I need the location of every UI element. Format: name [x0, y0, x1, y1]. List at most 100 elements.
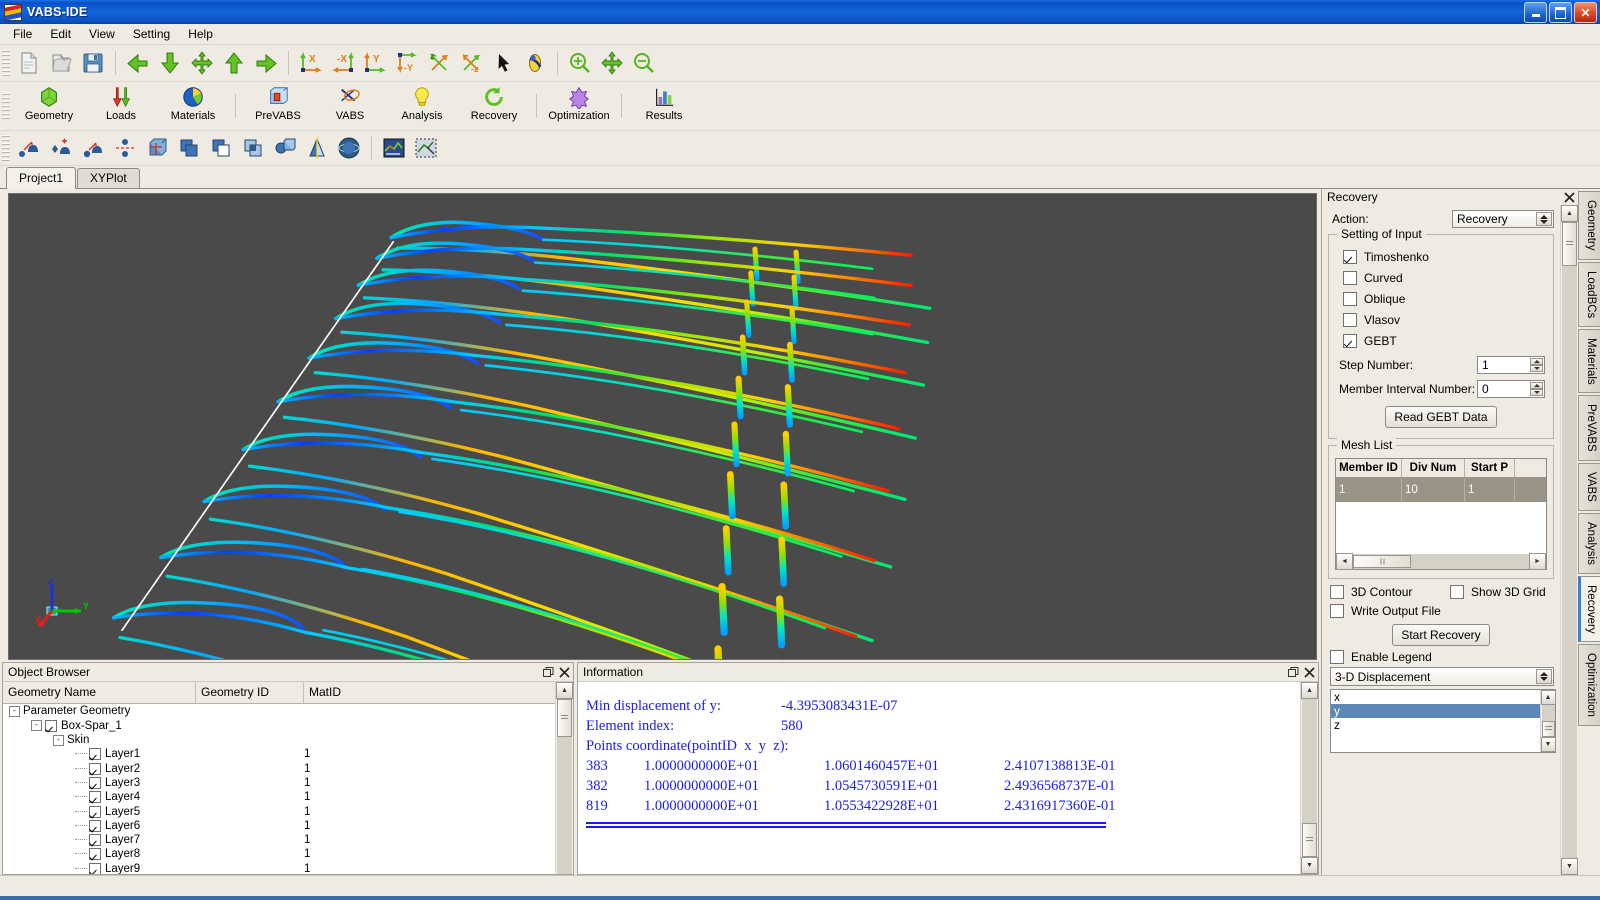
zoom-out-icon[interactable] — [628, 47, 660, 79]
component-listbox[interactable]: x y z ▲ ▼ — [1330, 689, 1556, 753]
checkbox-icon[interactable] — [1330, 604, 1344, 618]
scroll-up-icon[interactable]: ▲ — [556, 682, 573, 700]
checkbox-icon[interactable] — [89, 805, 101, 818]
menu-setting[interactable]: Setting — [124, 25, 179, 43]
close-icon[interactable] — [1562, 190, 1576, 204]
list-item-z[interactable]: z — [1331, 718, 1540, 732]
results-icon[interactable]: Results — [628, 83, 700, 130]
tree-row[interactable]: - Skin — [3, 733, 555, 747]
tree-row[interactable]: Layer7 1 — [3, 833, 555, 847]
checkbox-icon[interactable] — [1330, 585, 1344, 599]
intersect-icon[interactable] — [237, 132, 269, 164]
loads-icon[interactable]: Loads — [85, 83, 157, 130]
scroll-track[interactable] — [1302, 699, 1317, 823]
step-number-input[interactable]: 1 — [1477, 356, 1545, 374]
arrow-up-icon[interactable] — [218, 47, 250, 79]
rail-tab-geometry[interactable]: Geometry — [1578, 191, 1600, 260]
menu-edit[interactable]: Edit — [41, 25, 80, 43]
list-item-x[interactable]: x — [1331, 690, 1540, 704]
mesh-table-hscrollbar[interactable]: ◄ ► — [1336, 553, 1546, 570]
mesh-table-row[interactable]: 1 10 1 — [1336, 478, 1546, 502]
expander-icon[interactable]: - — [53, 734, 64, 746]
scroll-track[interactable] — [1562, 266, 1577, 858]
read-gebt-data-button[interactable]: Read GEBT Data — [1385, 406, 1497, 428]
arrow-left-icon[interactable] — [122, 47, 154, 79]
rail-tab-loadbcs[interactable]: LoadBCs — [1578, 261, 1600, 327]
tree-row[interactable]: - Parameter Geometry — [3, 704, 555, 718]
minimize-button[interactable] — [1524, 2, 1547, 23]
split-point-icon[interactable] — [109, 132, 141, 164]
column-geometry-id[interactable]: Geometry ID — [196, 682, 304, 704]
checkbox-icon[interactable] — [89, 848, 101, 861]
column-div-num[interactable]: Div Num — [1402, 459, 1465, 477]
checkbox-icon[interactable] — [1343, 313, 1357, 327]
stepper-icon[interactable] — [1530, 382, 1543, 396]
recovery-icon[interactable]: Recovery — [458, 83, 530, 130]
3d-viewport[interactable]: Z Y X — [8, 193, 1317, 661]
checkbox-icon[interactable] — [1330, 650, 1344, 664]
open-file-icon[interactable] — [45, 47, 77, 79]
checkbox-timoshenko[interactable]: Timoshenko — [1343, 250, 1545, 264]
float-icon[interactable] — [1286, 665, 1300, 679]
menu-help[interactable]: Help — [179, 25, 222, 43]
tree-row[interactable]: Layer2 1 — [3, 762, 555, 776]
add-point-icon[interactable] — [45, 132, 77, 164]
pan-icon[interactable] — [596, 47, 628, 79]
column-member-id[interactable]: Member ID — [1336, 459, 1402, 477]
tree-row[interactable]: - Box-Spar_1 — [3, 719, 555, 733]
scroll-thumb[interactable] — [1353, 555, 1411, 568]
chevron-updown-icon[interactable] — [1536, 669, 1552, 684]
column-matid[interactable]: MatID — [304, 682, 555, 703]
select-region-icon[interactable] — [410, 132, 442, 164]
mesh-view-icon[interactable] — [378, 132, 410, 164]
view-x-icon[interactable]: X — [295, 47, 327, 79]
fit-all-icon[interactable] — [186, 47, 218, 79]
column-geometry-name[interactable]: Geometry Name — [3, 682, 196, 704]
start-recovery-button[interactable]: Start Recovery — [1392, 624, 1490, 646]
rail-tab-prevabs[interactable]: PreVABS — [1578, 395, 1600, 462]
view-y-icon[interactable]: Y — [359, 47, 391, 79]
menu-view[interactable]: View — [80, 25, 124, 43]
scroll-thumb[interactable] — [557, 699, 572, 738]
tree-row[interactable]: Layer9 1 — [3, 862, 555, 874]
column-start-p[interactable]: Start P — [1465, 459, 1515, 477]
checkbox-icon[interactable] — [1343, 250, 1357, 264]
view-minus-x-icon[interactable]: -X — [327, 47, 359, 79]
checkbox-icon[interactable] — [1450, 585, 1464, 599]
checkbox-enable-legend[interactable]: Enable Legend — [1330, 650, 1556, 664]
expander-icon[interactable]: - — [9, 705, 20, 717]
checkbox-icon[interactable] — [89, 791, 101, 804]
zoom-in-icon[interactable] — [564, 47, 596, 79]
sphere-icon[interactable] — [333, 132, 365, 164]
new-file-icon[interactable] — [13, 47, 45, 79]
arrow-down-icon[interactable] — [154, 47, 186, 79]
save-file-icon[interactable] — [77, 47, 109, 79]
checkbox-icon[interactable] — [1343, 334, 1357, 348]
checkbox-icon[interactable] — [89, 862, 101, 874]
scroll-down-icon[interactable]: ▼ — [1540, 737, 1556, 752]
checkbox-oblique[interactable]: Oblique — [1343, 292, 1545, 306]
scroll-up-icon[interactable]: ▲ — [1540, 690, 1556, 705]
scroll-thumb[interactable] — [1302, 823, 1317, 857]
chevron-updown-icon[interactable] — [1536, 212, 1552, 226]
scroll-track[interactable] — [557, 737, 572, 874]
rail-tab-analysis[interactable]: Analysis — [1578, 513, 1600, 574]
checkbox-icon[interactable] — [89, 834, 101, 847]
component-listbox-scrollbar[interactable]: ▲ ▼ — [1540, 690, 1556, 752]
scroll-track[interactable] — [1541, 705, 1555, 721]
checkbox-icon[interactable] — [1343, 292, 1357, 306]
stepper-icon[interactable] — [1530, 358, 1543, 372]
float-icon[interactable] — [541, 665, 555, 679]
tab-project1[interactable]: Project1 — [6, 167, 77, 189]
view-minus-y-icon[interactable]: -Y — [391, 47, 423, 79]
subtract-icon[interactable] — [205, 132, 237, 164]
rotate-icon[interactable] — [519, 47, 551, 79]
cut-solid-icon[interactable] — [269, 132, 301, 164]
rail-tab-vabs[interactable]: VABS — [1578, 463, 1600, 512]
toolbar-grip[interactable] — [2, 50, 10, 76]
expander-icon[interactable]: - — [31, 720, 42, 732]
tree-row[interactable]: Layer4 1 — [3, 790, 555, 804]
rail-tab-materials[interactable]: Materials — [1578, 328, 1600, 394]
information-scrollbar[interactable]: ▲ ▼ — [1300, 682, 1318, 874]
scroll-thumb[interactable] — [1562, 222, 1577, 266]
